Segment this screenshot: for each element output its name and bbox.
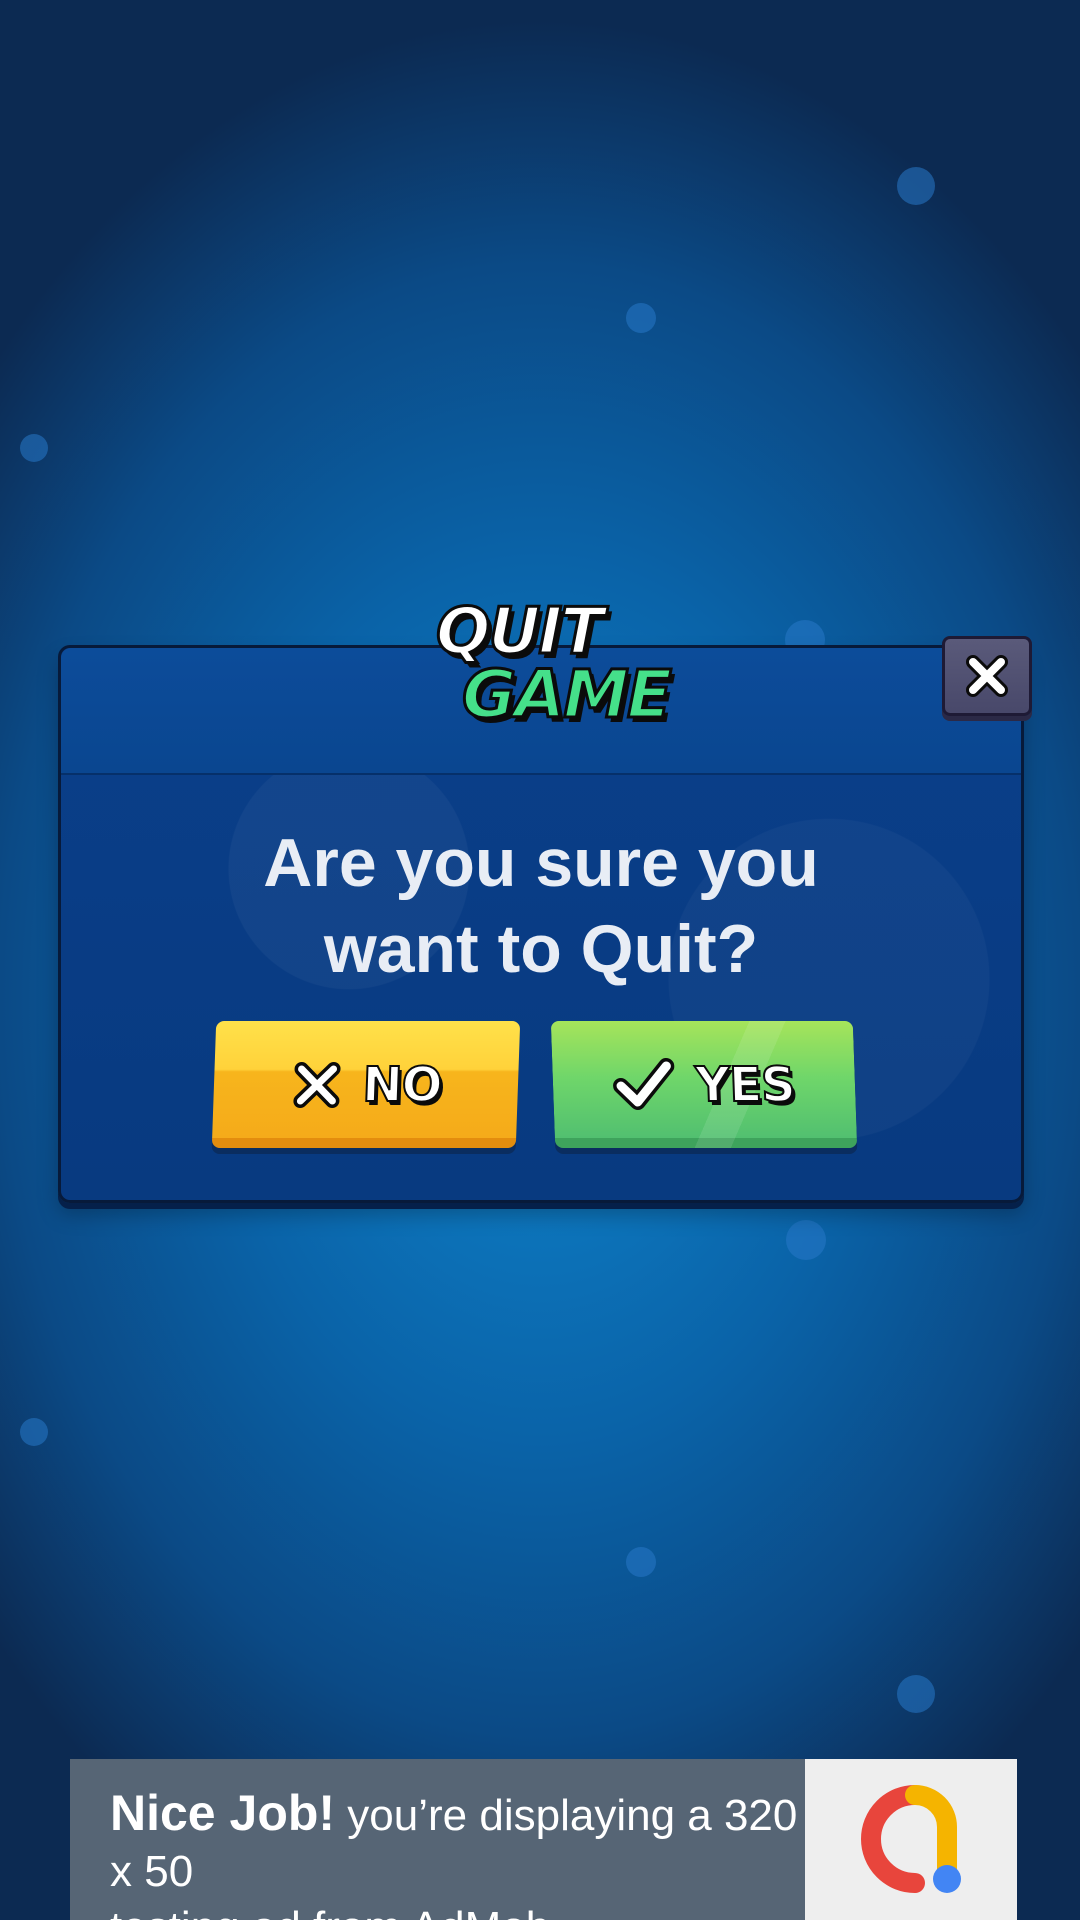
admob-logo (861, 1785, 961, 1893)
ad-body-line-2: testing ad from AdMob. (110, 1900, 810, 1920)
ad-line-1: Nice Job! you’re displaying a 320 x 50 (110, 1785, 810, 1900)
checkmark-icon (613, 1057, 675, 1110)
ad-logo-box (805, 1759, 1017, 1920)
background-bubble (626, 1547, 656, 1577)
title-line-game: GAME (460, 656, 673, 733)
background-bubble (20, 434, 48, 462)
x-icon (292, 1061, 341, 1108)
background-bubble (20, 1418, 48, 1446)
ad-text: Nice Job! you’re displaying a 320 x 50 t… (110, 1785, 810, 1920)
background-bubble (626, 303, 656, 333)
ad-banner[interactable]: Nice Job! you’re displaying a 320 x 50 t… (70, 1759, 1017, 1920)
background-bubble (897, 1675, 935, 1713)
question-line-1: Are you sure you (263, 825, 819, 901)
yes-button-label: YES (693, 1056, 796, 1114)
quit-question: Are you sure you want to Quit? (120, 820, 962, 992)
close-icon (966, 655, 1008, 697)
dialog-title: QUIT GAME (380, 595, 700, 750)
yes-button[interactable]: YES (550, 1021, 858, 1148)
background-bubble (786, 1220, 826, 1260)
title-line-quit: QUIT (435, 595, 606, 669)
no-button-label: NO (361, 1056, 444, 1114)
close-button[interactable] (942, 636, 1032, 716)
ad-headline: Nice Job! (110, 1785, 336, 1841)
background-bubble (897, 167, 935, 205)
no-button[interactable]: NO (211, 1021, 521, 1148)
question-line-2: want to Quit? (323, 911, 759, 987)
